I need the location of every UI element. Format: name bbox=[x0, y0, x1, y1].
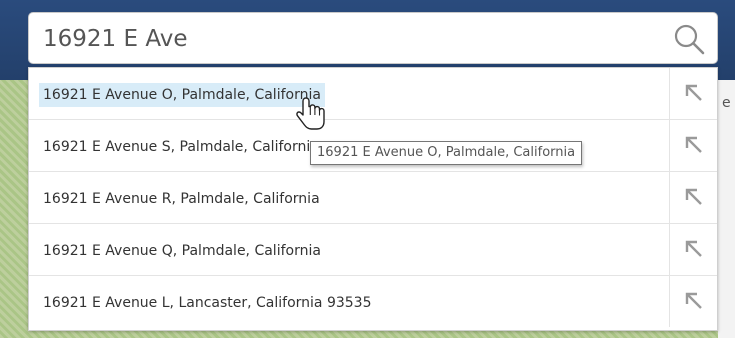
search-box[interactable] bbox=[28, 12, 718, 64]
suggestion-fill-button[interactable] bbox=[669, 120, 717, 171]
search-icon[interactable] bbox=[673, 23, 705, 55]
suggestion-item[interactable]: 16921 E Avenue Q, Palmdale, California bbox=[29, 224, 717, 276]
search-input[interactable] bbox=[41, 21, 645, 57]
suggestion-label[interactable]: 16921 E Avenue O, Palmdale, California bbox=[39, 83, 325, 107]
suggestion-list: 16921 E Avenue O, Palmdale, California 1… bbox=[28, 67, 718, 331]
arrow-up-left-icon bbox=[685, 188, 702, 205]
suggestion-fill-button[interactable] bbox=[669, 276, 717, 327]
suggestion-fill-button[interactable] bbox=[669, 68, 717, 119]
map-side-panel bbox=[718, 80, 735, 338]
suggestion-item[interactable]: 16921 E Avenue L, Lancaster, California … bbox=[29, 276, 717, 328]
arrow-up-left-icon bbox=[685, 240, 702, 257]
tooltip: 16921 E Avenue O, Palmdale, California bbox=[310, 141, 583, 165]
suggestion-label[interactable]: 16921 E Avenue L, Lancaster, California … bbox=[39, 291, 376, 315]
suggestion-item[interactable]: 16921 E Avenue O, Palmdale, California bbox=[29, 68, 717, 120]
arrow-up-left-icon bbox=[685, 136, 702, 153]
background-text-fragment: e bbox=[722, 95, 731, 111]
suggestion-item[interactable]: 16921 E Avenue R, Palmdale, California bbox=[29, 172, 717, 224]
suggestion-label[interactable]: 16921 E Avenue S, Palmdale, California bbox=[39, 135, 323, 159]
suggestion-fill-button[interactable] bbox=[669, 224, 717, 275]
suggestion-label[interactable]: 16921 E Avenue R, Palmdale, California bbox=[39, 187, 324, 211]
arrow-up-left-icon bbox=[685, 292, 702, 309]
hand-pointer-icon bbox=[296, 97, 325, 130]
suggestion-fill-button[interactable] bbox=[669, 172, 717, 223]
arrow-up-left-icon bbox=[685, 84, 702, 101]
suggestion-label[interactable]: 16921 E Avenue Q, Palmdale, California bbox=[39, 239, 325, 263]
